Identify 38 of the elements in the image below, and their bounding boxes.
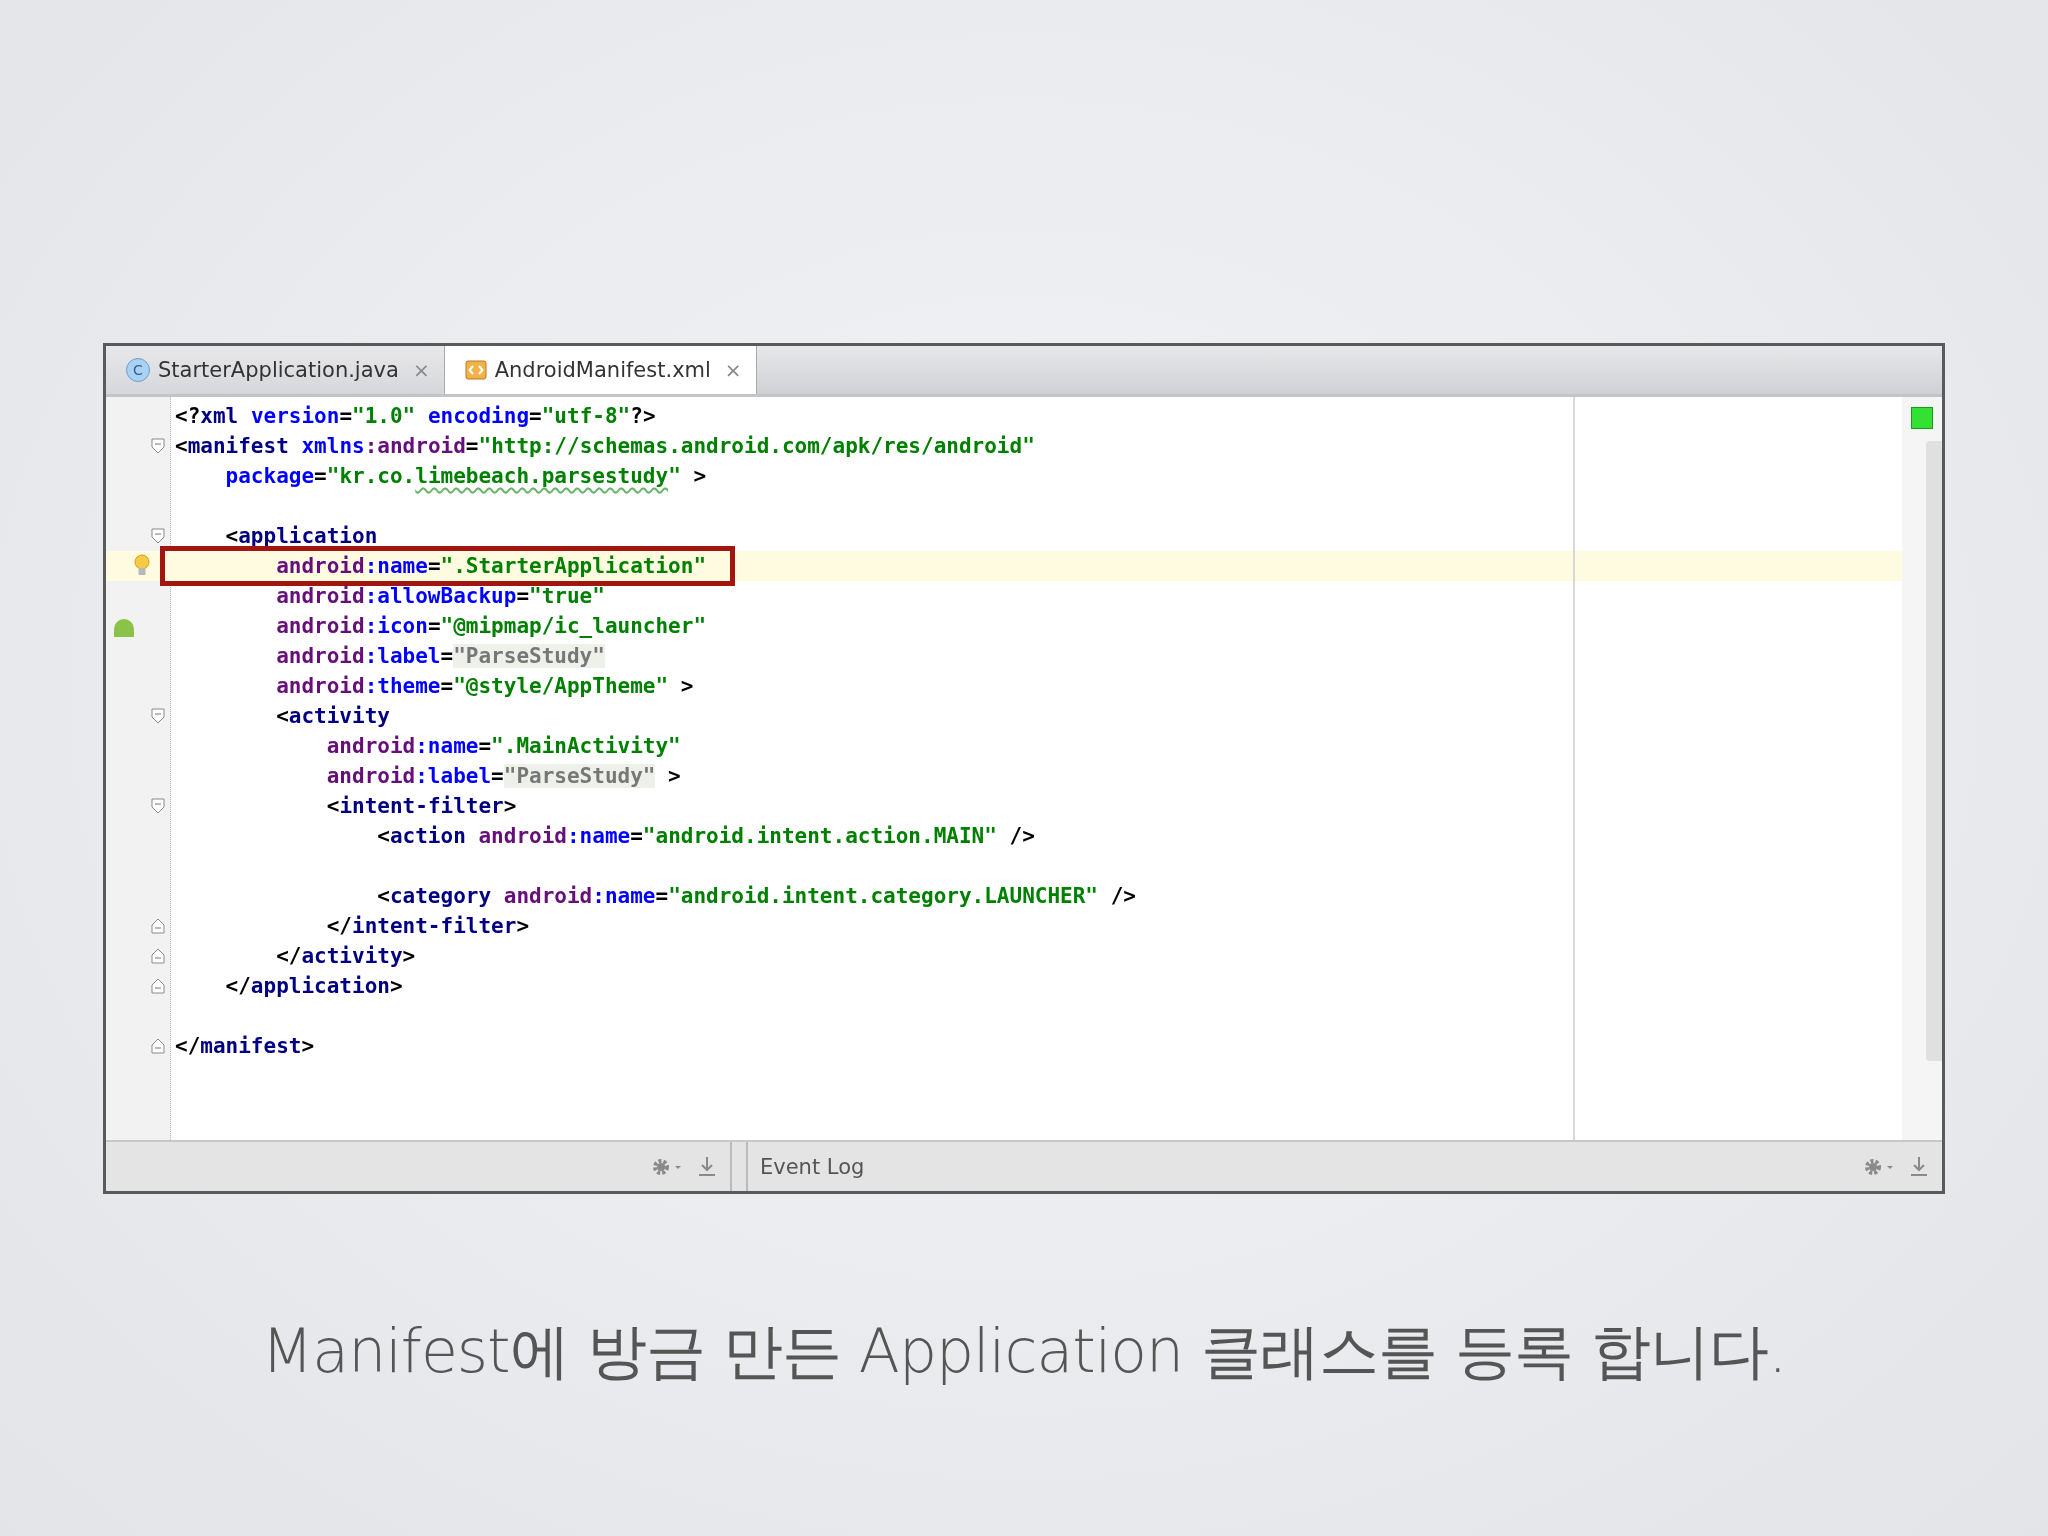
fold-marker-icon[interactable] [151,438,165,454]
scrollbar[interactable] [1926,441,1942,1061]
code-line: android:label="ParseStudy" > [325,763,681,789]
close-icon[interactable]: × [724,358,742,382]
code-line: </intent-filter> [325,913,530,939]
status-ok-icon [1911,407,1933,429]
fold-marker-icon[interactable] [151,948,165,964]
code-line: </application> [224,973,403,999]
fold-marker-icon[interactable] [151,528,165,544]
code-line: android:allowBackup="true" [275,583,605,609]
code-line: android:icon="@mipmap/ic_launcher" [275,613,707,639]
file-tab[interactable]: AndroidManifest.xml × [444,346,757,394]
file-tab[interactable]: C StarterApplication.java × [106,346,445,394]
download-icon[interactable] [1908,1154,1930,1179]
code-line: android:label="ParseStudy" [275,643,605,669]
code-line: package="kr.co.limebeach.parsestudy" > [224,463,707,489]
code-line: <category android:name="android.intent.category.LAUNCHER" /> [376,883,1136,909]
class-icon: C [126,358,150,382]
lightbulb-icon[interactable] [134,554,150,578]
code-line: </manifest> [175,1033,315,1059]
code-line: <activity [275,703,390,729]
download-icon[interactable] [696,1154,718,1179]
code-line: android:theme="@style/AppTheme" > [275,673,694,699]
android-robot-icon[interactable] [112,617,136,637]
code-line: <?xml version="1.0" encoding="utf-8"?> [175,403,656,429]
fold-marker-icon[interactable] [151,798,165,814]
code-line: <application [224,523,378,549]
fold-marker-icon[interactable] [151,708,165,724]
fold-marker-icon[interactable] [151,1038,165,1054]
code-line: <manifest xmlns:android="http://schemas.android.com/apk/res/android" [175,433,1035,459]
fold-marker-icon[interactable] [151,978,165,994]
code-line: android:name=".MainActivity" [325,733,681,759]
code-line: <intent-filter> [325,793,517,819]
slide-caption: Manifest에 방금 만든 Application 클래스를 등록 합니다. [261,1315,1787,1388]
code-line: <action android:name="android.intent.action.MAIN" /> [376,823,1035,849]
code-line: </activity> [275,943,416,969]
fold-marker-icon[interactable] [151,918,165,934]
xml-file-icon [464,360,487,380]
